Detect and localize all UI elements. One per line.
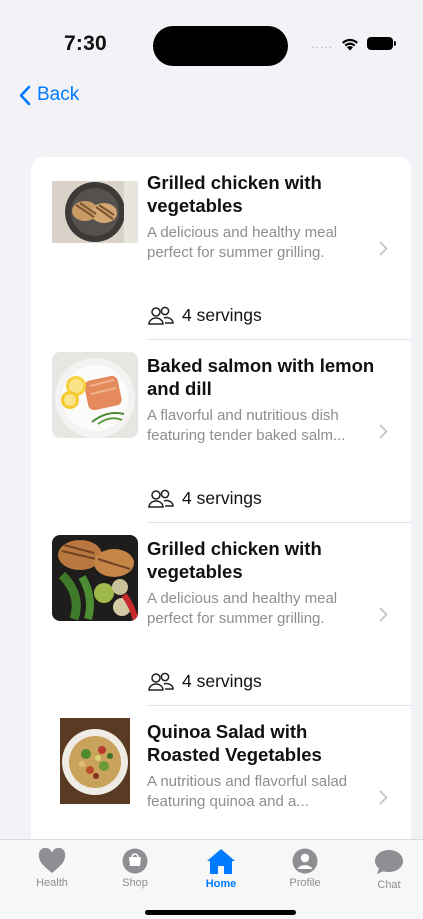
- back-button[interactable]: Back: [18, 84, 79, 106]
- tab-home[interactable]: Home: [186, 848, 256, 890]
- chevron-right-icon: [379, 241, 388, 256]
- recipe-description: A flavorful and nutritious dish featurin…: [147, 407, 346, 444]
- tab-label: Chat: [377, 879, 401, 891]
- recipe-row[interactable]: Grilled chicken with vegetables A delici…: [31, 157, 411, 340]
- battery-icon: [367, 37, 396, 50]
- grilled-chicken-plate-image: [52, 181, 138, 243]
- tab-label: Profile: [289, 877, 321, 889]
- dynamic-island: [153, 26, 288, 66]
- recipe-row[interactable]: Quinoa Salad with Roasted Vegetables A n…: [31, 706, 411, 847]
- tab-label: Home: [205, 878, 237, 890]
- tab-health[interactable]: Health: [17, 848, 87, 889]
- back-label: Back: [37, 84, 80, 105]
- recipe-title: Baked salmon with lemon and dill: [147, 355, 375, 399]
- people-icon: [148, 672, 174, 691]
- tab-label: Health: [36, 877, 68, 889]
- servings-label: 4 servings: [182, 305, 262, 325]
- recipe-row[interactable]: Baked salmon with lemon and dill A flavo…: [31, 340, 411, 523]
- recipe-title: Grilled chicken with vegetables: [147, 172, 322, 216]
- chevron-right-icon: [379, 607, 388, 622]
- home-indicator: [145, 910, 296, 915]
- servings-label: 4 servings: [182, 488, 262, 508]
- recipe-description: A delicious and healthy meal perfect for…: [147, 224, 338, 261]
- chevron-left-icon: [19, 85, 31, 105]
- people-icon: [148, 489, 174, 508]
- tab-label: Shop: [122, 877, 148, 889]
- recipe-title: Grilled chicken with vegetables: [147, 538, 322, 582]
- chevron-right-icon: [379, 790, 388, 805]
- servings-label: 4 servings: [182, 671, 262, 691]
- servings-info: 4 servings: [148, 671, 262, 692]
- recipe-row[interactable]: Grilled chicken with vegetables A delici…: [31, 523, 411, 706]
- grilled-chicken-veggies-image: [52, 535, 138, 621]
- servings-info: 4 servings: [148, 488, 262, 509]
- recipe-list: Grilled chicken with vegetables A delici…: [31, 157, 411, 847]
- signal-icon: .....: [311, 36, 333, 51]
- tab-bar: Health Shop Home Profile Chat: [0, 839, 423, 919]
- status-bar: 7:30 .....: [0, 0, 423, 66]
- shop-icon: [122, 848, 148, 874]
- chevron-right-icon: [379, 424, 388, 439]
- quinoa-salad-image: [60, 718, 130, 804]
- recipe-description: A delicious and healthy meal perfect for…: [147, 590, 338, 627]
- profile-icon: [292, 848, 318, 874]
- baked-salmon-image: [52, 352, 138, 438]
- wifi-icon: [342, 38, 358, 51]
- recipe-title: Quinoa Salad with Roasted Vegetables: [147, 721, 322, 765]
- people-icon: [148, 306, 174, 325]
- tab-profile[interactable]: Profile: [270, 848, 340, 889]
- tab-shop[interactable]: Shop: [100, 848, 170, 889]
- servings-info: 4 servings: [148, 305, 262, 326]
- recipe-description: A nutritious and flavorful salad featuri…: [147, 773, 348, 810]
- home-icon: [207, 849, 235, 874]
- status-icons: .....: [311, 36, 396, 51]
- status-time: 7:30: [64, 32, 107, 55]
- tab-chat[interactable]: Chat: [354, 848, 423, 891]
- heart-icon: [38, 848, 66, 873]
- chat-icon: [375, 850, 403, 874]
